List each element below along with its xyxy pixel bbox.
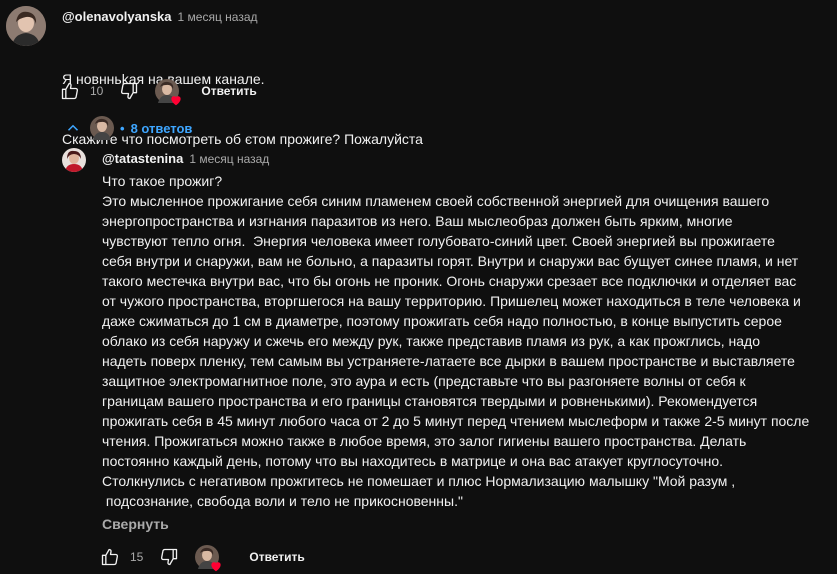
reply-text-line: чтения. Прожигаться можно также в любое …	[102, 433, 747, 449]
reply-text-line: даже сжиматься до 1 см в диаметре, поэто…	[102, 313, 782, 329]
reply-text-line: надеть поверх пленку, тем самым вы устра…	[102, 353, 795, 369]
comment-time[interactable]: 1 месяц назад	[178, 10, 258, 24]
reply-text-line: такого местечка внутри вас, что бы огонь…	[102, 273, 797, 289]
reply-header: @tatastenina 1 месяц назад	[102, 150, 269, 168]
creator-heart-badge	[195, 545, 222, 572]
commenter-avatar[interactable]	[6, 6, 46, 46]
reply-text-line: от чужого пространства, вторгшегося на в…	[102, 293, 801, 309]
like-count: 10	[90, 84, 104, 98]
comment-header: @olenavolyanska 1 месяц назад	[62, 8, 258, 26]
dislike-button[interactable]	[117, 79, 141, 103]
reply-text-line: подсознание, свобода воли и тело не прик…	[102, 493, 463, 509]
reply-text-line: себя внутри и снаружи, вам не больно, а …	[102, 253, 799, 269]
reply-text-line: энергопространства и изгнания паразитов …	[102, 213, 733, 229]
like-button[interactable]	[58, 79, 82, 103]
like-count: 15	[130, 550, 144, 564]
reply-text-line: Столкнулись с негативом прожгитесь не по…	[102, 473, 736, 489]
thumb-down-icon	[161, 548, 178, 566]
reply-text-line: постоянно каждый день, потому что вы нах…	[102, 453, 724, 469]
reply-button[interactable]: Ответить	[201, 84, 256, 98]
reply-button[interactable]: Ответить	[249, 550, 304, 564]
thumb-up-icon	[101, 548, 119, 566]
reply-author[interactable]: @tatastenina	[102, 151, 183, 166]
reply-author-avatar[interactable]	[62, 148, 86, 172]
reply-text-line: Это мысленное прожигание себя синим плам…	[102, 193, 770, 209]
replies-count: 8 ответов	[130, 120, 193, 136]
reply-text-line: облако из себя наружу и сжечь его между …	[102, 333, 760, 349]
heart-icon	[211, 562, 222, 572]
like-button[interactable]	[98, 545, 122, 569]
reply-actions: 15 Ответить	[98, 543, 305, 572]
comment-actions: 10 Ответить	[58, 77, 257, 106]
collapse-button[interactable]: Свернуть	[102, 516, 169, 532]
reply-text-line: прожигать себя в 45 минут любого часа от…	[102, 413, 810, 429]
reply-text-line: защитное электромагнитное поле, это аура…	[102, 373, 746, 389]
reply-text-line: Что такое прожиг?	[102, 173, 223, 189]
reply-text-line: границам вашего пространства и его грани…	[102, 393, 758, 409]
creator-avatar	[90, 116, 114, 140]
chevron-up-icon	[67, 124, 79, 131]
heart-icon	[171, 96, 182, 106]
reply-time[interactable]: 1 месяц назад	[189, 152, 269, 166]
thumb-up-icon	[61, 82, 79, 100]
replies-separator: •	[120, 120, 125, 136]
creator-heart-badge	[155, 79, 182, 106]
dislike-button[interactable]	[157, 545, 181, 569]
thumb-down-icon	[121, 82, 138, 100]
replies-toggle-button[interactable]: • 8 ответов	[64, 116, 192, 140]
reply-text: Что такое прожиг? Это мысленное прожигани…	[102, 171, 832, 511]
reply-text-line: чувствуют тепло огня. Энергия человека и…	[102, 233, 775, 249]
comment-author[interactable]: @olenavolyanska	[62, 9, 172, 24]
